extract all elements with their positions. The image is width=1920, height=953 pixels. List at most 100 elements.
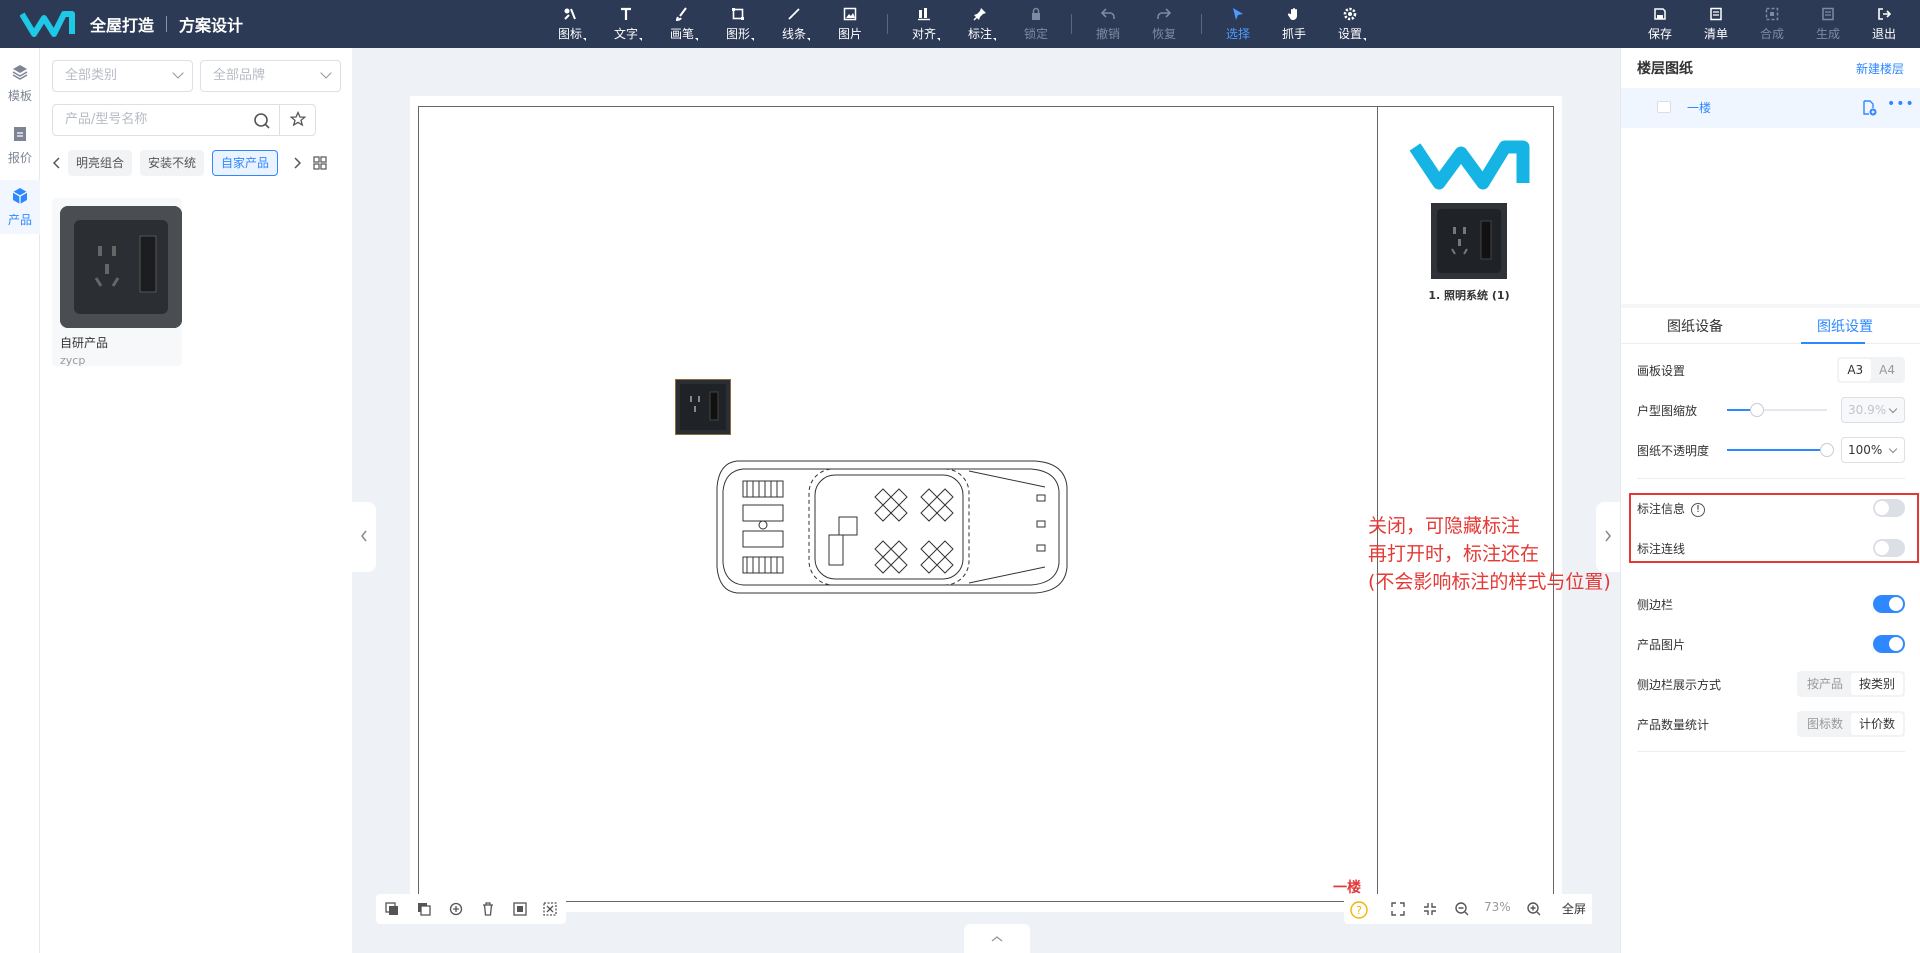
ungroup-icon[interactable]: [542, 901, 558, 917]
help-icon[interactable]: ?: [1350, 901, 1368, 919]
tool-icon-button[interactable]: 图标: [542, 0, 598, 48]
tag-item[interactable]: 安装不统: [140, 150, 205, 176]
left-rail: 模板 报价 产品: [0, 48, 40, 953]
add-file-icon[interactable]: [1861, 100, 1877, 119]
layer-tools: [376, 894, 566, 924]
scale-value-select[interactable]: 30.9%: [1841, 397, 1905, 423]
legend-product-image[interactable]: [1431, 203, 1507, 279]
section-divider: [1637, 478, 1905, 479]
chevron-left-icon: [360, 529, 368, 546]
tag-next-icon[interactable]: [292, 155, 302, 171]
favorite-button[interactable]: [280, 104, 316, 136]
sidebar-switch[interactable]: [1873, 595, 1905, 613]
zoom-tools: ? 73%: [1344, 894, 1562, 924]
compose-button[interactable]: 合成: [1744, 0, 1800, 48]
duplicate-icon[interactable]: [448, 901, 464, 917]
scale-slider-handle[interactable]: [1750, 403, 1764, 417]
tool-text-button[interactable]: 文字: [598, 0, 654, 48]
tag-prev-icon[interactable]: [52, 155, 62, 171]
sidebar-mode-by-category[interactable]: 按类别: [1850, 673, 1903, 695]
tool-label: 图片: [837, 27, 862, 41]
tool-hand-button[interactable]: 抓手: [1266, 0, 1322, 48]
product-image-switch[interactable]: [1873, 635, 1905, 653]
rail-item-product[interactable]: 产品: [0, 180, 40, 234]
placed-product[interactable]: [675, 379, 731, 435]
brand: 全屋打造 方案设计: [20, 8, 243, 40]
opacity-value-select[interactable]: 100%: [1841, 437, 1905, 463]
search-icon[interactable]: [253, 112, 271, 142]
expand-bottom-button[interactable]: [964, 924, 1030, 953]
tool-settings-button[interactable]: 设置: [1322, 0, 1378, 48]
floor-checkbox[interactable]: [1657, 101, 1671, 113]
opacity-slider[interactable]: [1727, 443, 1834, 457]
tool-brush-button[interactable]: 画笔: [654, 0, 710, 48]
board-option-a3[interactable]: A3: [1839, 359, 1872, 381]
drawing-paper[interactable]: 一楼 1. 照明系统 (1): [410, 96, 1562, 912]
tab-settings[interactable]: 图纸设置: [1817, 316, 1873, 336]
exit-button[interactable]: 退出: [1856, 0, 1912, 48]
count-mode-priced[interactable]: 计价数: [1850, 713, 1903, 735]
product-name: 自研产品: [60, 336, 109, 350]
tool-redo-button[interactable]: 恢复: [1136, 0, 1192, 48]
bring-front-icon[interactable]: [384, 901, 400, 917]
brand-select-placeholder: 全部品牌: [213, 68, 266, 83]
tag-item[interactable]: 明亮组合: [68, 150, 133, 176]
board-option-a4[interactable]: A4: [1871, 359, 1903, 381]
tool-image-button[interactable]: 图片: [822, 0, 878, 48]
rail-label: 报价: [7, 150, 32, 165]
group-icon[interactable]: [512, 901, 528, 917]
chevron-down-icon: [1888, 404, 1898, 414]
scale-label: 户型图缩放: [1637, 404, 1698, 418]
tool-line-button[interactable]: 线条: [766, 0, 822, 48]
product-code: zycp: [60, 354, 86, 367]
more-icon[interactable]: •••: [1887, 96, 1915, 112]
send-back-icon[interactable]: [416, 901, 432, 917]
cursor-icon: [1230, 6, 1246, 22]
tab-devices[interactable]: 图纸设备: [1667, 316, 1723, 336]
product-image-row: 产品图片: [1637, 629, 1905, 659]
fullscreen-button[interactable]: 全屏: [1556, 894, 1592, 924]
category-select-placeholder: 全部类别: [65, 68, 118, 83]
annotation-note: 关闭，可隐藏标注 再打开时，标注还在 (不会影响标注的样式与位置): [1368, 512, 1611, 596]
tool-lock-button[interactable]: 锁定: [1008, 0, 1064, 48]
brand-select[interactable]: 全部品牌: [200, 60, 341, 92]
icon-tool-icon: [562, 6, 578, 22]
product-card[interactable]: 自研产品 zycp: [52, 198, 182, 367]
zoom-out-icon[interactable]: [1454, 901, 1470, 917]
image-icon: [842, 6, 858, 22]
tool-undo-button[interactable]: 撤销: [1080, 0, 1136, 48]
tag-item-active[interactable]: 自家产品: [212, 150, 279, 176]
floor-plan-drawing[interactable]: [715, 457, 1071, 597]
toolbar-divider: [887, 14, 888, 34]
generate-button[interactable]: 生成: [1800, 0, 1856, 48]
list-button[interactable]: 清单: [1688, 0, 1744, 48]
new-floor-link[interactable]: 新建楼层: [1856, 60, 1904, 77]
zoom-in-icon[interactable]: [1526, 901, 1542, 917]
search-input[interactable]: 产品/型号名称: [52, 104, 280, 136]
scale-slider[interactable]: [1727, 403, 1827, 417]
collapse-left-button[interactable]: [352, 502, 376, 572]
sidebar-mode-by-product[interactable]: 按产品: [1799, 673, 1851, 695]
tool-shape-button[interactable]: 图形: [710, 0, 766, 48]
actual-size-icon[interactable]: [1422, 901, 1438, 917]
rail-item-template[interactable]: 模板: [0, 56, 40, 110]
chevron-down-icon: [320, 67, 332, 79]
opacity-slider-handle[interactable]: [1820, 443, 1834, 457]
tool-label: 对齐: [911, 27, 941, 41]
tool-annotate-button[interactable]: 标注: [952, 0, 1008, 48]
tool-align-button[interactable]: 对齐: [896, 0, 952, 48]
grid-icon[interactable]: [312, 155, 328, 171]
tool-select-button[interactable]: 选择: [1210, 0, 1266, 48]
sidebar-mode-toggle: 按产品 按类别: [1796, 671, 1905, 697]
category-select[interactable]: 全部类别: [52, 60, 193, 92]
fit-screen-icon[interactable]: [1390, 901, 1406, 917]
count-mode-icons[interactable]: 图标数: [1799, 713, 1851, 735]
save-button[interactable]: 保存: [1632, 0, 1688, 48]
brand-subtitle: 方案设计: [179, 16, 244, 35]
floor-plans-title: 楼层图纸: [1637, 61, 1693, 77]
floor-item[interactable]: 一楼 •••: [1621, 88, 1920, 128]
rail-item-quote[interactable]: 报价: [0, 118, 40, 172]
highlight-box: [1629, 493, 1919, 563]
product-thumbnail: [60, 206, 182, 328]
delete-icon[interactable]: [480, 901, 496, 917]
